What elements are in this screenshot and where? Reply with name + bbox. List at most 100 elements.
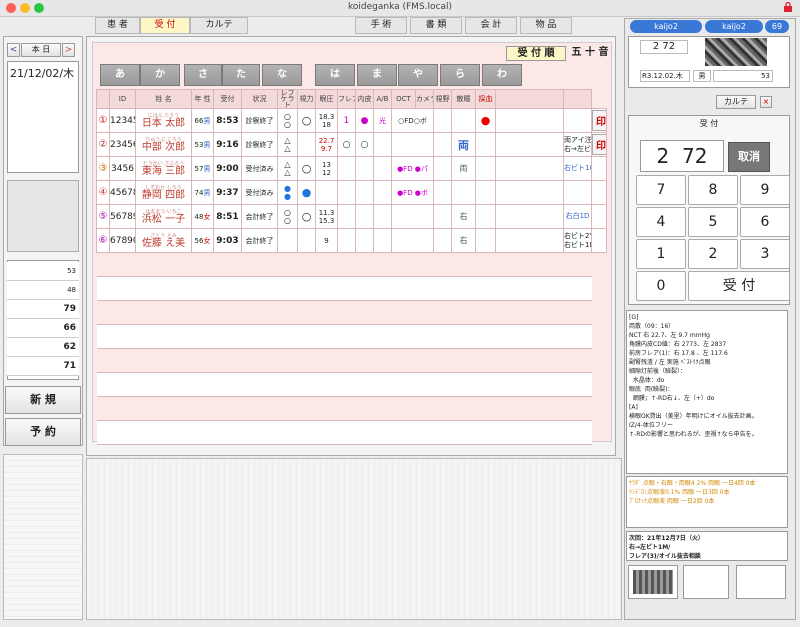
status: 診察終了 <box>241 132 278 157</box>
endothelium <box>355 156 374 181</box>
sort-by-reception-button[interactable]: 受 付 順 <box>506 46 566 61</box>
selected-date[interactable]: 21/12/02/木 <box>8 62 78 84</box>
ref-kerato: ○ ○ <box>277 108 298 133</box>
thumbnail-slot[interactable] <box>683 565 729 599</box>
patient-name[interactable]: ちゅうぶ じろう 中部 次郎 <box>135 132 192 157</box>
patient-name[interactable]: にほん たろう 日本 太郎 <box>135 108 192 133</box>
camera <box>433 108 452 133</box>
cancel-button[interactable]: 取消 <box>728 142 770 172</box>
empty-cell <box>96 420 592 445</box>
key-9[interactable]: 9 <box>740 175 790 205</box>
table-row[interactable]: ④45678しずおか しろう静岡 四郎74男9:37受付済み● ●● ●FD ●ボ <box>96 180 607 205</box>
tab-karte[interactable]: カルテ <box>190 17 248 34</box>
tab-reception[interactable]: 受 付 <box>140 17 190 34</box>
next-day-button[interactable]: > <box>62 43 75 57</box>
kana-tab-ra[interactable]: ら <box>440 64 480 86</box>
col-header: 姓 名 <box>135 89 192 109</box>
empty-row <box>96 276 607 301</box>
prescription-notes[interactable]: ｹﾗﾀﾞ 点眼・右眼・両眼4 2% 両眼 一日4回 0本 ﾘﾝﾃﾞﾛﾝ点眼液0.… <box>626 476 788 528</box>
col-header: 眼圧 <box>315 89 338 109</box>
col-header: ID <box>109 89 136 109</box>
iop: 11.3 15.3 <box>315 204 338 229</box>
user-pill[interactable]: kaijo2 <box>630 20 702 33</box>
col-header: A/B <box>373 89 392 109</box>
oct <box>391 228 434 253</box>
ref-kerato: ● ● <box>277 180 298 205</box>
empty-cell <box>96 276 592 301</box>
patient-sex: 男 <box>693 70 711 82</box>
reservation-button[interactable]: 予 約 <box>5 418 81 446</box>
oct: ○FD○ボ <box>391 108 434 133</box>
patient-name[interactable]: しずおか しろう 静岡 四郎 <box>135 180 192 205</box>
table-row[interactable]: ⑤56789はままつ いちこ浜松 一子48女8:51会計終了○ ○○11.3 1… <box>96 204 607 229</box>
procedure-note: 右ビト10Y <box>563 156 592 181</box>
kana-tab-a[interactable]: あ <box>100 64 140 86</box>
tab-documents[interactable]: 書 類 <box>410 17 462 34</box>
visual-acuity <box>297 132 316 157</box>
key-4[interactable]: 4 <box>636 207 686 237</box>
new-patient-button[interactable]: 新 規 <box>5 386 81 414</box>
print-button[interactable]: 印刷 <box>592 110 606 131</box>
kana-tab-ya[interactable]: や <box>398 64 438 86</box>
empty-row <box>96 396 607 421</box>
print-cell: 印刷 <box>591 132 607 157</box>
today-button[interactable]: 本 日 <box>21 43 61 57</box>
patient-id: 12345 <box>109 108 136 133</box>
key-3[interactable]: 3 <box>740 239 790 269</box>
accept-button[interactable]: 受 付 <box>688 271 790 301</box>
kana-tab-ma[interactable]: ま <box>357 64 397 86</box>
tab-patient[interactable]: 患 者 <box>95 17 140 34</box>
print-cell <box>591 156 607 181</box>
key-8[interactable]: 8 <box>688 175 738 205</box>
oct <box>391 204 434 229</box>
tab-supplies[interactable]: 物 品 <box>520 17 572 34</box>
procedure-note <box>563 180 592 205</box>
key-1[interactable]: 1 <box>636 239 686 269</box>
patient-name[interactable]: とうかい さぶろう 東海 三郎 <box>135 156 192 181</box>
table-row[interactable]: ③ 3456 とうかい さぶろう 東海 三郎 57男 9:00 受付済み △ △ ○ 13 12 ●… <box>96 156 607 181</box>
procedure-note <box>563 108 592 133</box>
next-visit-notes[interactable]: 次回：21年12月7日（火） 右→左ビト1M/ フレア(3)/オイル抜去相談 <box>626 531 788 561</box>
key-7[interactable]: 7 <box>636 175 686 205</box>
date-list[interactable]: 21/12/02/木 <box>7 61 79 173</box>
dilation: 右 <box>451 228 476 253</box>
table-row[interactable]: ⑥67890さとう えみ佐藤 え美56女9:03会計終了 9 右 右ビト2Y 右ビト1… <box>96 228 607 253</box>
thumbnail-image[interactable] <box>628 565 678 599</box>
count-item: 79 <box>7 300 79 319</box>
kana-tab-ka[interactable]: か <box>140 64 180 86</box>
clinical-notes[interactable]: [G] 両散（09：16） NCT 右 22.7、左 9.7 mmHg 角膜内皮… <box>626 310 788 474</box>
kana-tab-sa[interactable]: さ <box>184 64 222 86</box>
print-button[interactable]: 印刷 <box>592 134 606 155</box>
thumbnail-slot[interactable] <box>736 565 786 599</box>
kana-tab-ha[interactable]: は <box>315 64 355 86</box>
patient-name[interactable]: はままつ いちこ 浜松 一子 <box>135 204 192 229</box>
prev-day-button[interactable]: < <box>7 43 20 57</box>
keypad-display[interactable]: 2 72 <box>640 140 724 172</box>
key-5[interactable]: 5 <box>688 207 738 237</box>
key-2[interactable]: 2 <box>688 239 738 269</box>
patient-name[interactable]: さとう えみ 佐藤 え美 <box>135 228 192 253</box>
close-icon[interactable]: × <box>760 96 772 108</box>
user-pill[interactable]: kaijo2 <box>705 20 763 33</box>
karte-button[interactable]: カルテ <box>716 95 756 109</box>
empty-row <box>96 420 607 445</box>
count-item: 66 <box>7 319 79 338</box>
kana-tab-na[interactable]: な <box>262 64 302 86</box>
kana-tab-wa[interactable]: わ <box>482 64 522 86</box>
tab-accounting[interactable]: 会 計 <box>465 17 517 34</box>
ref-kerato: △ △ <box>277 156 298 181</box>
visit-date: R3.12.02.木 <box>640 70 690 82</box>
visual-acuity: ○ <box>297 108 316 133</box>
dilation: 両 <box>451 156 476 181</box>
key-0[interactable]: 0 <box>636 271 686 301</box>
sort-by-kana-button[interactable]: 五 十 音 <box>568 46 612 61</box>
table-row[interactable]: ②23456ちゅうぶ じろう中部 次郎53男9:16診察終了△ △ 22.7 9.… <box>96 132 607 157</box>
tab-surgery[interactable]: 手 術 <box>355 17 407 34</box>
reception-time: 8:51 <box>213 204 242 229</box>
patient-id: 67890 <box>109 228 136 253</box>
key-6[interactable]: 6 <box>740 207 790 237</box>
table-row[interactable]: ①12345にほん たろう日本 太郎66男8:53診察終了○ ○○18.3 18… <box>96 108 607 133</box>
kana-tab-ta[interactable]: た <box>222 64 260 86</box>
visual-acuity <box>297 228 316 253</box>
reception-time: 9:16 <box>213 132 242 157</box>
